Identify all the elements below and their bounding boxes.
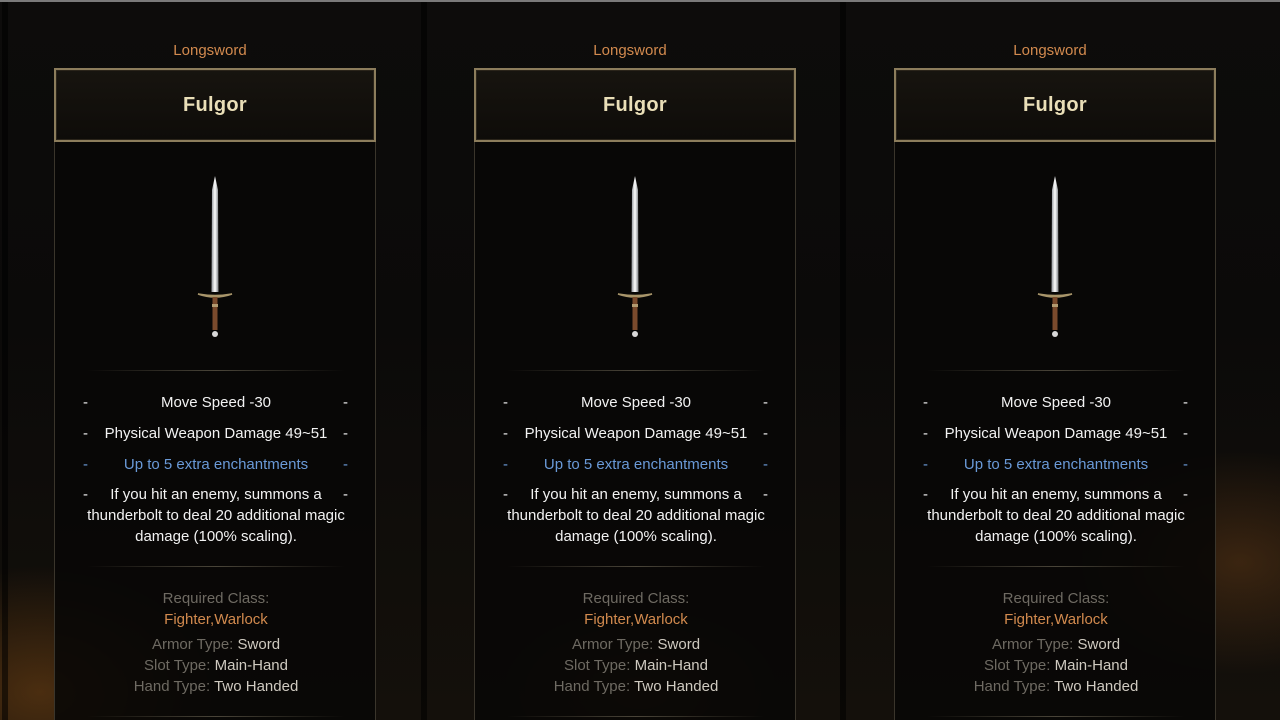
stat-enchantments: Up to 5 extra enchantments — [963, 456, 1149, 473]
required-class-label: Required Class: — [582, 590, 690, 607]
longsword-icon — [617, 176, 653, 337]
item-name: Fulgor — [1022, 93, 1087, 116]
stat-weapon-damage: Physical Weapon Damage 49~51 — [524, 425, 748, 442]
separator — [507, 370, 765, 371]
item-category: Longsword — [593, 42, 667, 59]
item-category: Longsword — [1013, 42, 1087, 59]
hand-type: Hand Type: Two Handed — [553, 678, 719, 695]
required-class-label: Required Class: — [162, 590, 270, 607]
item-title-box: Fulgor — [474, 68, 796, 142]
bullet-dash: - — [763, 425, 768, 442]
stat-enchantments: Up to 5 extra enchantments — [123, 456, 309, 473]
separator — [927, 566, 1185, 567]
bullet-dash: - — [1183, 425, 1188, 442]
bullet-dash: - — [343, 456, 348, 473]
separator — [507, 716, 765, 717]
stat-move-speed: Move Speed -30 — [1000, 394, 1112, 411]
hand-type: Hand Type: Two Handed — [133, 678, 299, 695]
item-name: Fulgor — [602, 93, 667, 116]
stat-move-speed: Move Speed -30 — [160, 394, 272, 411]
item-details: - Move Speed -30 - - Physical Weapon Dam… — [54, 142, 376, 720]
longsword-icon — [1037, 176, 1073, 337]
stat-move-speed: Move Speed -30 — [580, 394, 692, 411]
required-class-value: Fighter,Warlock — [1004, 611, 1108, 628]
bullet-dash: - — [1183, 394, 1188, 411]
stat-thunderbolt-effect: If you hit an enemy, summons a thunderbo… — [927, 486, 1185, 545]
required-class-value: Fighter,Warlock — [584, 611, 688, 628]
armor-type: Armor Type: Sword — [991, 636, 1121, 653]
required-class-value: Fighter,Warlock — [164, 611, 268, 628]
slot-type: Slot Type: Main-Hand — [984, 657, 1128, 674]
hand-type: Hand Type: Two Handed — [973, 678, 1139, 695]
separator — [927, 716, 1185, 717]
stat-weapon-damage: Physical Weapon Damage 49~51 — [104, 425, 328, 442]
bullet-dash: - — [343, 394, 348, 411]
stat-weapon-damage: Physical Weapon Damage 49~51 — [944, 425, 1168, 442]
item-details: - Move Speed -30 - - Physical Weapon Dam… — [894, 142, 1216, 720]
item-title-box: Fulgor — [54, 68, 376, 142]
longsword-icon — [197, 176, 233, 337]
bullet-dash: - — [343, 425, 348, 442]
required-class-label: Required Class: — [1002, 590, 1110, 607]
separator — [87, 716, 345, 717]
bullet-dash: - — [763, 394, 768, 411]
bullet-dash: - — [1183, 456, 1188, 473]
item-name: Fulgor — [182, 93, 247, 116]
separator — [507, 566, 765, 567]
item-details: - Move Speed -30 - - Physical Weapon Dam… — [474, 142, 796, 720]
bullet-dash: - — [763, 456, 768, 473]
stat-thunderbolt-effect: If you hit an enemy, summons a thunderbo… — [87, 486, 345, 545]
item-card: Longsword Fulgor - Move Speed -30 - - Ph… — [840, 0, 1260, 720]
separator — [87, 566, 345, 567]
armor-type: Armor Type: Sword — [571, 636, 701, 653]
armor-type: Armor Type: Sword — [151, 636, 281, 653]
item-card: Longsword Fulgor - Move Speed -30 - - Ph… — [0, 0, 420, 720]
bullet-dash: - — [343, 486, 348, 503]
item-category: Longsword — [173, 42, 247, 59]
item-card: Longsword Fulgor - Move Speed -30 - - Ph… — [420, 0, 840, 720]
slot-type: Slot Type: Main-Hand — [564, 657, 708, 674]
bullet-dash: - — [763, 486, 768, 503]
stat-enchantments: Up to 5 extra enchantments — [543, 456, 729, 473]
stat-thunderbolt-effect: If you hit an enemy, summons a thunderbo… — [507, 486, 765, 545]
bullet-dash: - — [1183, 486, 1188, 503]
separator — [87, 370, 345, 371]
item-title-box: Fulgor — [894, 68, 1216, 142]
separator — [927, 370, 1185, 371]
slot-type: Slot Type: Main-Hand — [144, 657, 288, 674]
